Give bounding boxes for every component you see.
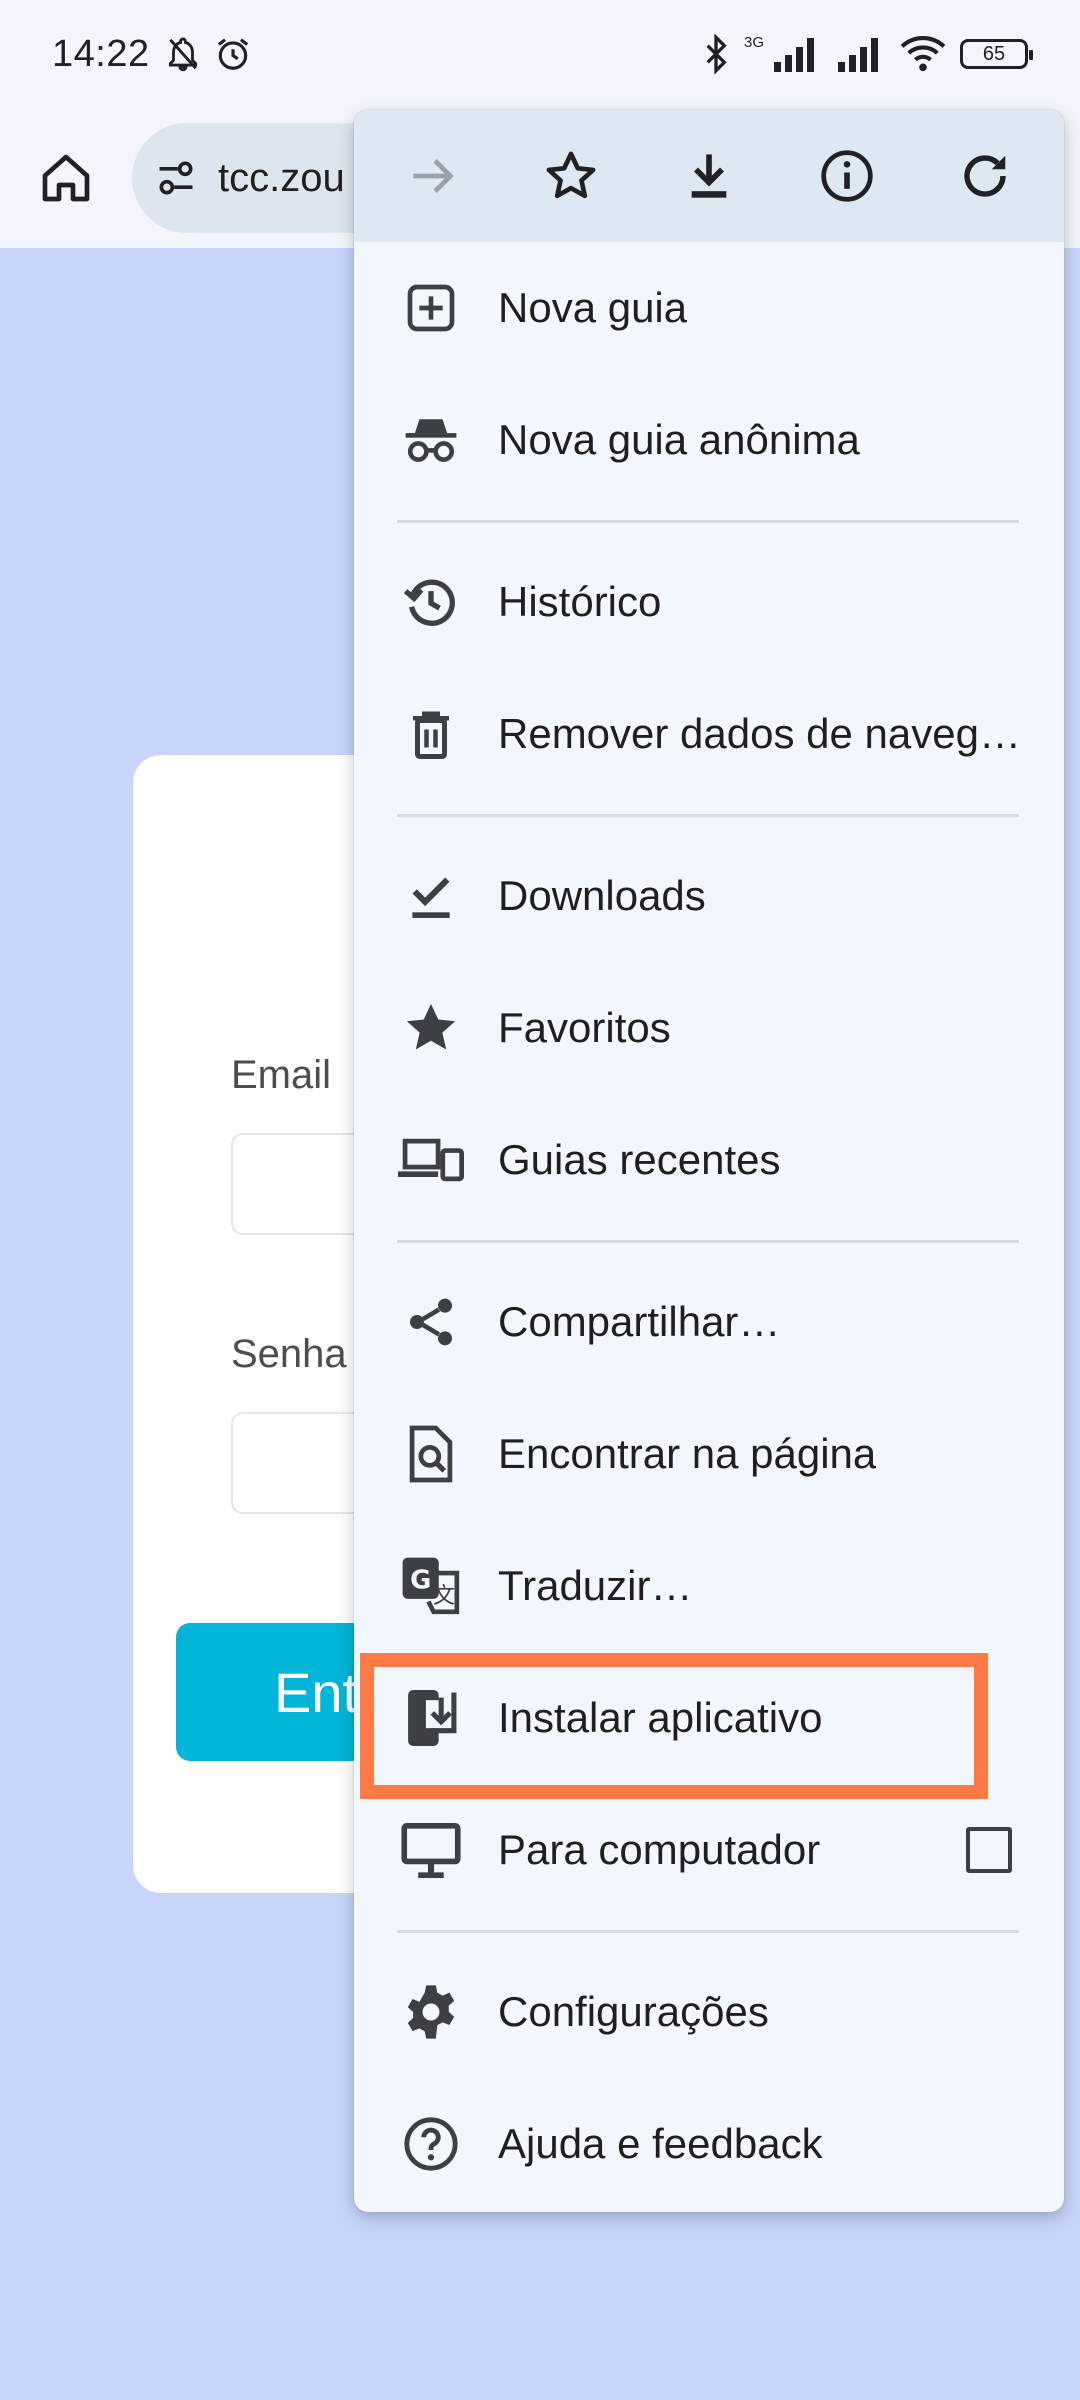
menu-item-clear-browsing-data[interactable]: Remover dados de naveg… [354,668,1064,800]
menu-item-bookmarks[interactable]: Favoritos [354,962,1064,1094]
menu-item-help-feedback[interactable]: Ajuda e feedback [354,2078,1064,2210]
url-text: tcc.zou [218,155,345,200]
menu-item-share[interactable]: Compartilhar… [354,1256,1064,1388]
menu-item-find-in-page[interactable]: Encontrar na página [354,1388,1064,1520]
menu-item-label: Downloads [498,872,706,919]
status-bar: 14:22 3G 65 [0,0,1080,108]
battery-icon: 65 [960,39,1033,69]
share-icon [396,1287,466,1357]
menu-item-downloads[interactable]: Downloads [354,830,1064,962]
desktop-icon [396,1815,466,1885]
wifi-icon [900,35,946,73]
menu-item-settings[interactable]: Configurações [354,1946,1064,2078]
menu-item-desktop-site[interactable]: Para computador [354,1784,1064,1916]
menu-item-label: Ajuda e feedback [498,2120,823,2167]
bookmark-star-icon[interactable] [536,141,606,211]
svg-text:文: 文 [433,1584,455,1609]
menu-action-row [354,110,1064,242]
history-icon [396,567,466,637]
menu-divider [354,1916,1064,1946]
downloads-icon [396,861,466,931]
menu-divider [354,1226,1064,1256]
svg-text:G: G [410,1566,431,1596]
menu-item-label: Traduzir… [498,1562,693,1609]
trash-icon [396,699,466,769]
overflow-menu: Nova guia Nova guia anônima Histórico Re… [354,110,1064,2212]
alarm-icon [214,35,252,73]
incognito-icon [396,405,466,475]
new-tab-icon [396,273,466,343]
home-icon [42,154,90,202]
star-icon [396,993,466,1063]
settings-icon [396,1977,466,2047]
email-label: Email [231,1053,332,1097]
highlight-box [360,1653,988,1799]
menu-item-label: Encontrar na página [498,1430,877,1477]
menu-divider [354,506,1064,536]
menu-divider [354,800,1064,830]
menu-item-label: Compartilhar… [498,1298,781,1345]
translate-icon: G文 [396,1551,466,1621]
menu-item-label: Para computador [498,1826,821,1873]
forward-icon[interactable] [398,141,468,211]
menu-item-label: Histórico [498,578,662,625]
menu-item-translate[interactable]: G文 Traduzir… [354,1520,1064,1652]
site-settings-icon[interactable] [154,156,198,200]
menu-item-new-tab[interactable]: Nova guia [354,242,1064,374]
notifications-off-icon [164,35,202,73]
menu-item-label: Remover dados de naveg… [498,710,1021,757]
signal-icon-2 [836,36,886,72]
home-button[interactable] [36,148,96,208]
help-icon [396,2109,466,2179]
menu-item-label: Nova guia anônima [498,416,860,463]
menu-item-label: Configurações [498,1988,769,2035]
menu-item-incognito-tab[interactable]: Nova guia anônima [354,374,1064,506]
devices-icon [396,1125,466,1195]
menu-item-history[interactable]: Histórico [354,536,1064,668]
password-label: Senha [231,1332,347,1376]
menu-item-recent-tabs[interactable]: Guias recentes [354,1094,1064,1226]
network-type: 3G [743,33,764,51]
desktop-site-checkbox[interactable] [966,1827,1012,1873]
signal-icon-1 [772,36,822,72]
enter-button-label: Ent [274,1660,359,1724]
menu-item-label: Favoritos [498,1004,671,1051]
find-in-page-icon [396,1419,466,1489]
reload-icon[interactable] [950,141,1020,211]
info-icon[interactable] [812,141,882,211]
download-icon[interactable] [674,141,744,211]
status-time: 14:22 [52,32,150,75]
menu-item-label: Guias recentes [498,1136,781,1183]
menu-item-label: Nova guia [498,284,688,331]
bluetooth-icon [702,34,730,74]
